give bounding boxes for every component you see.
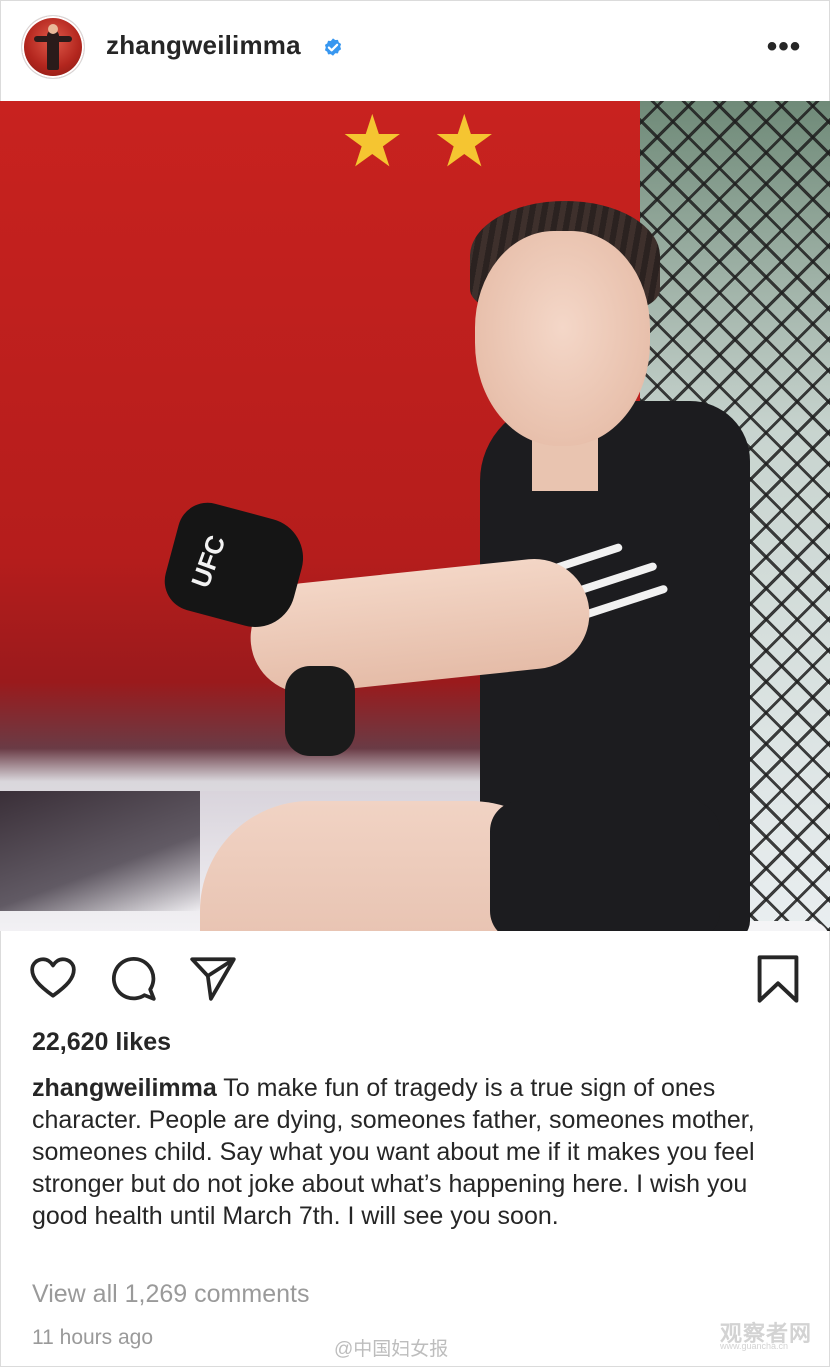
heart-icon[interactable] <box>28 953 78 1003</box>
action-bar <box>0 931 830 1021</box>
flag-star: ★ <box>340 102 405 182</box>
glove <box>285 666 355 756</box>
post-caption: zhangweilimma To make fun of tragedy is … <box>32 1072 802 1232</box>
more-options-icon[interactable]: ••• <box>766 32 802 62</box>
fighter-face <box>475 231 650 446</box>
post-timestamp: 11 hours ago <box>32 1326 154 1349</box>
username-link[interactable]: zhangweilimma <box>106 30 301 61</box>
bookmark-icon[interactable] <box>754 953 802 1005</box>
verified-badge-icon <box>324 38 342 56</box>
avatar[interactable] <box>22 16 84 78</box>
caption-username[interactable]: zhangweilimma <box>32 1074 217 1102</box>
weibo-watermark: @中国妇女报 <box>334 1339 449 1360</box>
site-url-watermark: www.guancha.cn <box>720 1341 789 1351</box>
comment-icon[interactable] <box>108 953 158 1003</box>
post-photo[interactable]: ★ ★ UFC <box>0 101 830 931</box>
likes-count[interactable]: 22,620 likes <box>32 1028 171 1057</box>
post-header: zhangweilimma ••• <box>0 0 830 100</box>
view-comments-link[interactable]: View all 1,269 comments <box>32 1280 309 1309</box>
send-icon[interactable] <box>188 953 238 1003</box>
flag-star: ★ <box>432 102 497 182</box>
